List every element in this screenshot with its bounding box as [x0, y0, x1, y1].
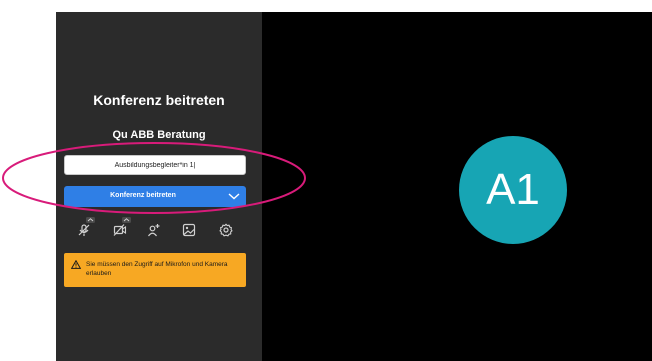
meeting-name: Qu ABB Beratung: [112, 129, 206, 141]
join-button-label: Konferenz beitreten: [110, 192, 176, 199]
microphone-toggle-button[interactable]: [74, 217, 96, 239]
join-options-dropdown[interactable]: [222, 186, 246, 207]
invite-button[interactable]: [144, 217, 166, 239]
warning-text: Sie müssen den Zugriff auf Mikrofon und …: [86, 261, 228, 277]
panel-title: Konferenz beitreten: [93, 92, 225, 108]
join-panel: Konferenz beitreten Qu ABB Beratung Konf…: [56, 12, 262, 361]
background-button[interactable]: [179, 217, 201, 239]
microphone-muted-icon: [78, 224, 90, 236]
video-preview-area: [262, 12, 652, 361]
warning-triangle-icon: [71, 260, 81, 269]
settings-gear-icon: [219, 223, 233, 237]
participant-avatar: A1: [459, 136, 567, 244]
invite-person-icon: [148, 224, 160, 237]
chevron-down-icon: [228, 193, 240, 200]
background-image-icon: [182, 223, 196, 237]
camera-toggle-button[interactable]: [110, 217, 132, 239]
permission-warning: Sie müssen den Zugriff auf Mikrofon und …: [64, 253, 246, 287]
display-name-input[interactable]: [64, 155, 246, 175]
join-conference-button[interactable]: Konferenz beitreten: [64, 186, 246, 207]
settings-button[interactable]: [216, 217, 238, 239]
camera-muted-icon: [113, 224, 127, 236]
